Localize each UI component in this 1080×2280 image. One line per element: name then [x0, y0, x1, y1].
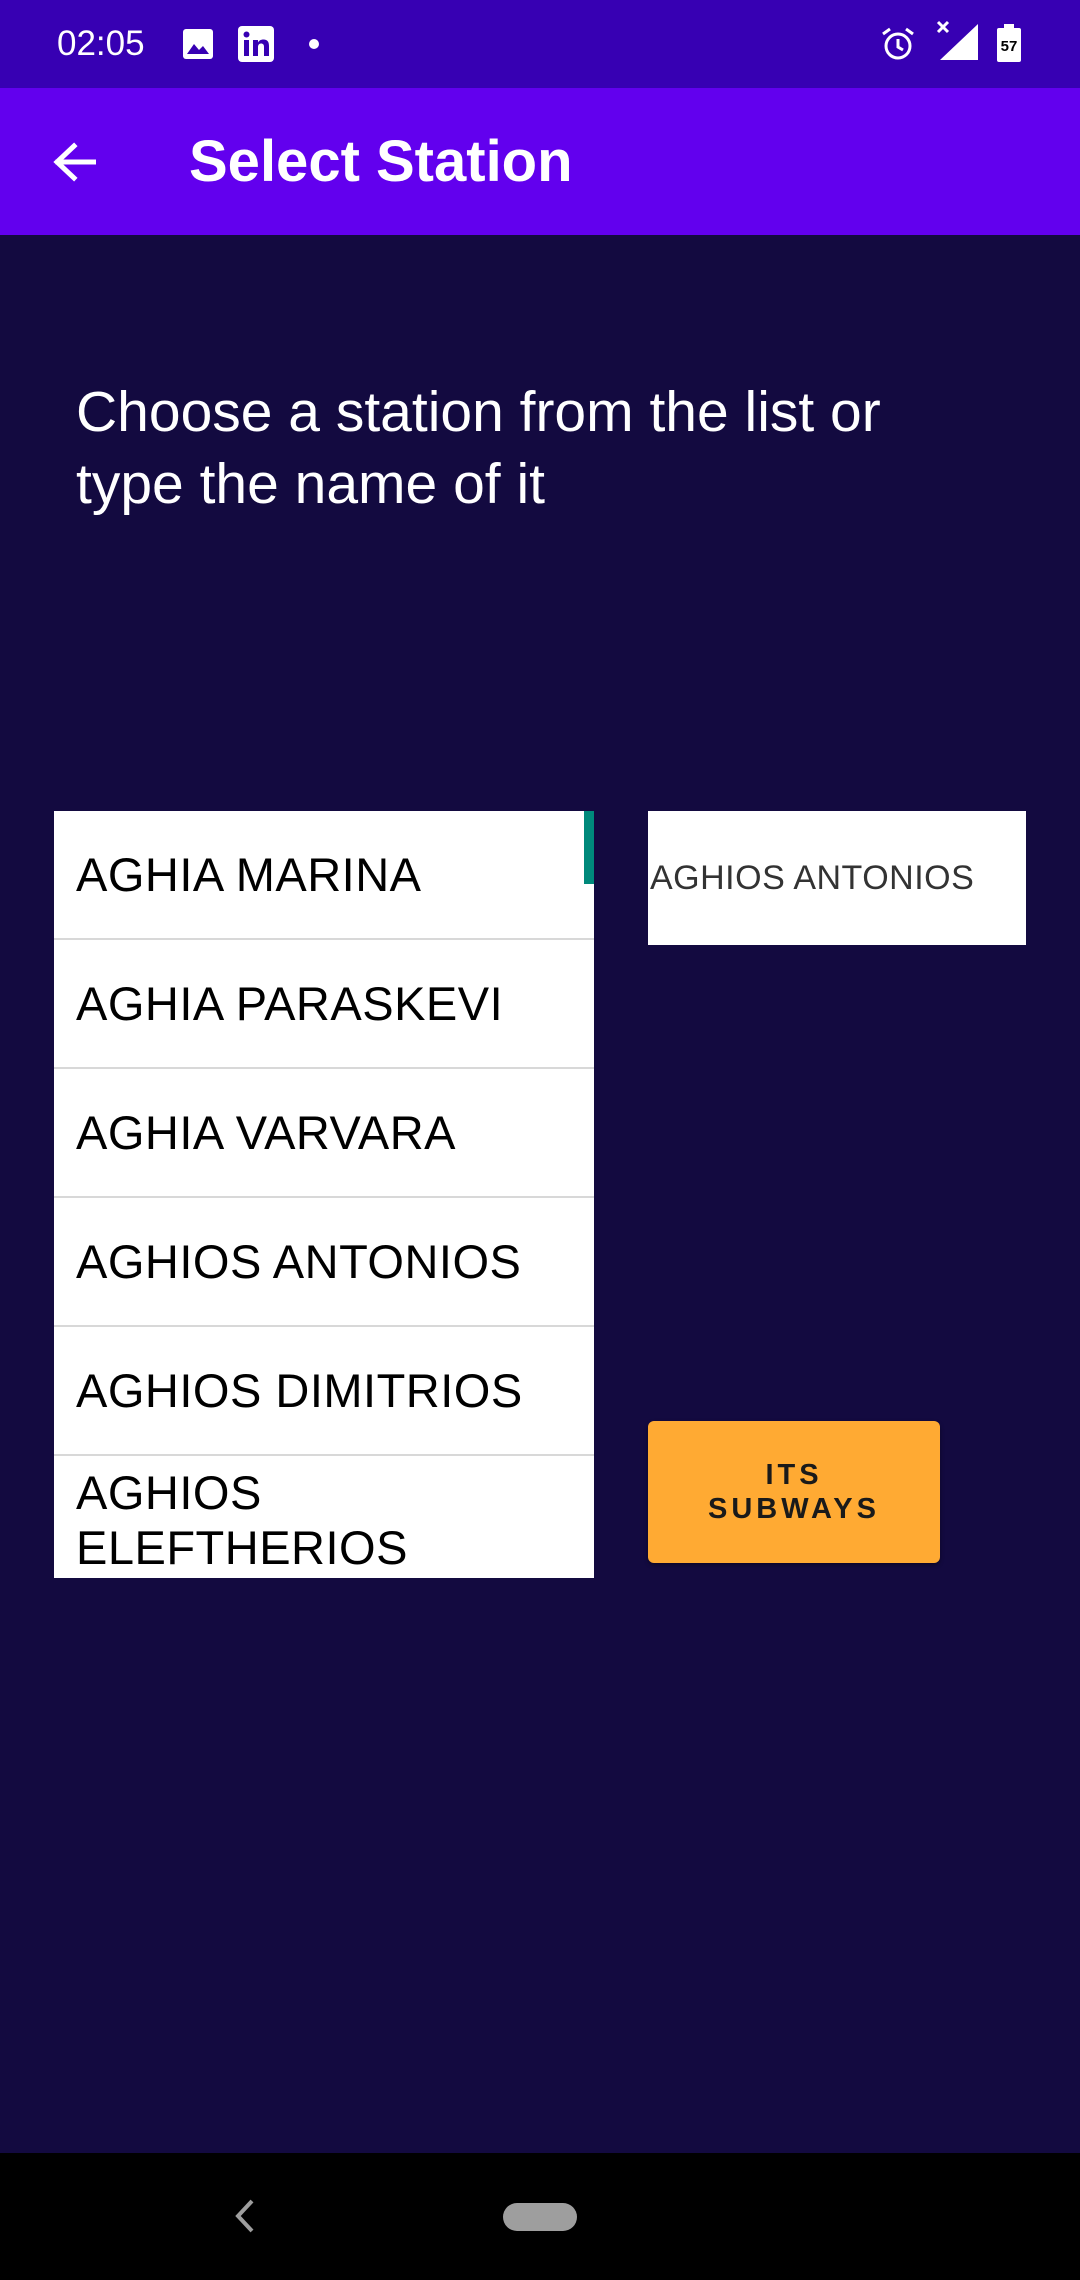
- app-bar: Select Station: [0, 88, 1080, 235]
- status-bar: 02:05 57: [0, 0, 1080, 88]
- list-item[interactable]: AGHIA VARVARA: [54, 1069, 594, 1198]
- scrollbar-thumb[interactable]: [584, 811, 594, 884]
- arrow-left-icon: [53, 142, 96, 182]
- list-item[interactable]: AGHIA MARINA: [54, 811, 594, 940]
- nav-back-icon[interactable]: [224, 2191, 264, 2241]
- its-subways-button[interactable]: ITS SUBWAYS: [648, 1421, 940, 1563]
- list-item[interactable]: AGHIOS DIMITRIOS: [54, 1327, 594, 1456]
- battery-icon: 57: [996, 24, 1022, 62]
- button-label-line2: SUBWAYS: [708, 1493, 880, 1525]
- dot-icon: [309, 39, 319, 49]
- nav-home-pill[interactable]: [503, 2203, 577, 2231]
- navigation-bar: [0, 2153, 1080, 2280]
- back-button[interactable]: [30, 124, 118, 200]
- image-icon: [183, 29, 213, 59]
- status-time: 02:05: [57, 24, 145, 63]
- alarm-icon: [882, 27, 914, 60]
- instruction-text: Choose a station from the list or type t…: [76, 380, 881, 516]
- battery-level: 57: [1000, 38, 1018, 55]
- linkedin-icon: [238, 26, 274, 62]
- list-item[interactable]: AGHIA PARASKEVI: [54, 940, 594, 1069]
- list-item[interactable]: AGHIOS ANTONIOS: [54, 1198, 594, 1327]
- list-item[interactable]: AGHIOS ELEFTHERIOS: [54, 1456, 594, 1578]
- page-title: Select Station: [189, 129, 573, 194]
- station-search-input[interactable]: [648, 811, 1026, 945]
- button-label-line1: ITS: [765, 1459, 823, 1491]
- signal-icon: [936, 20, 978, 60]
- station-list[interactable]: AGHIA MARINA AGHIA PARASKEVI AGHIA VARVA…: [54, 811, 594, 1578]
